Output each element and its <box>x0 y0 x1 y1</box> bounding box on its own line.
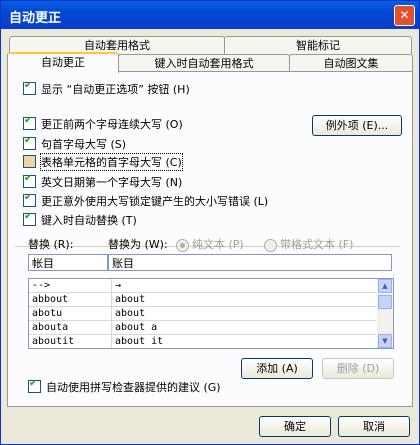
formatted-text-option[interactable]: 带格式文本 (F) <box>264 236 353 252</box>
scroll-down-arrow-icon[interactable]: ▼ <box>378 334 392 348</box>
checkbox-capitalize-table-cells[interactable] <box>23 155 36 168</box>
dialog-title: 自动更正 <box>9 11 62 26</box>
list-item-to: about <box>115 308 146 319</box>
option-capitalize-table-cells[interactable]: 表格单元格的首字母大写 (C) <box>23 152 183 171</box>
checkbox-capitalize-day-names[interactable] <box>23 173 36 188</box>
replace-input[interactable]: 帐目 <box>28 254 108 271</box>
option-correct-two-initial-caps[interactable]: 更正前两个字母连续大写 (O) <box>23 115 183 131</box>
list-item-from: --> <box>32 280 51 291</box>
exceptions-button[interactable]: 例外项 (E)... <box>312 115 402 136</box>
list-item-to: → <box>115 280 122 291</box>
add-button[interactable]: 添加 (A) <box>241 358 313 379</box>
checkbox-caps-lock[interactable] <box>23 192 36 207</box>
option-label: 句首字母大写 (S) <box>41 137 127 151</box>
checkbox-show-button[interactable] <box>23 80 36 95</box>
tab-autotext[interactable]: 自动图文集 <box>289 54 413 72</box>
ok-button[interactable]: 确定 <box>259 416 331 437</box>
close-button[interactable]: ✕ <box>394 5 415 26</box>
with-label: 替换为 (W): <box>108 238 168 251</box>
option-label: 显示 “自动更正选项” 按钮 (H) <box>41 82 190 96</box>
list-item-to: about <box>115 294 146 305</box>
list-item[interactable]: abotu about <box>29 307 376 321</box>
title-bar[interactable]: 自动更正 ✕ <box>1 1 419 29</box>
formatted-text-radio[interactable] <box>264 238 277 252</box>
plain-text-label: 纯文本 (P) <box>192 238 244 251</box>
option-correct-caps-lock[interactable]: 更正意外使用大写锁定键产生的大小写错误 (L) <box>23 192 269 208</box>
list-item-from: abouta <box>32 322 69 333</box>
cancel-button[interactable]: 取消 <box>338 416 410 437</box>
delete-button[interactable]: 删除 (D) <box>322 358 394 379</box>
list-scrollbar[interactable]: ▲ ▼ <box>377 279 393 348</box>
checkbox-two-initial-caps[interactable] <box>23 115 36 130</box>
checkbox-capitalize-sentences[interactable] <box>23 135 36 150</box>
option-capitalize-day-names[interactable]: 英文日期第一个字母大写 (N) <box>23 173 183 189</box>
tab-autocorrect[interactable]: 自动更正 <box>7 52 119 73</box>
option-show-autocorrect-button[interactable]: 显示 “自动更正选项” 按钮 (H) <box>23 80 190 96</box>
formatted-text-label: 带格式文本 (F) <box>280 238 354 251</box>
option-label: 英文日期第一个字母大写 (N) <box>41 175 183 189</box>
checkbox-replace-as-you-type[interactable] <box>23 211 36 226</box>
option-replace-as-you-type[interactable]: 键入时自动替换 (T) <box>23 211 140 227</box>
scroll-thumb[interactable] <box>378 295 392 309</box>
option-capitalize-sentences[interactable]: 句首字母大写 (S) <box>23 135 127 151</box>
replace-label: 替换 (R): <box>28 238 74 251</box>
autocorrect-dialog: 自动更正 ✕ 自动套用格式 智能标记 自动更正 键入时自动套用格式 自动图文集 … <box>0 0 420 445</box>
plain-text-option[interactable]: 纯文本 (P) <box>176 236 244 252</box>
option-spellcheck-suggestions[interactable]: 自动使用拼写检查器提供的建议 (G) <box>28 378 221 394</box>
list-item[interactable]: abouta about a <box>29 321 376 335</box>
plain-text-radio[interactable] <box>176 238 189 252</box>
tab-autoformat-as-you-type[interactable]: 键入时自动套用格式 <box>118 54 290 72</box>
with-input[interactable]: 账目 <box>108 254 392 271</box>
option-label: 表格单元格的首字母大写 (C) <box>40 152 183 171</box>
list-item-from: abbout <box>32 294 69 305</box>
list-item[interactable]: abbout about <box>29 293 376 307</box>
list-item-to: about it <box>115 336 164 347</box>
option-label: 键入时自动替换 (T) <box>41 213 137 227</box>
scroll-up-arrow-icon[interactable]: ▲ <box>378 279 392 293</box>
tab-smart-tags[interactable]: 智能标记 <box>224 36 412 54</box>
list-item[interactable]: aboutit about it <box>29 335 376 348</box>
list-item[interactable]: --> → <box>29 279 376 293</box>
checkbox-spellcheck-suggestions[interactable] <box>28 378 41 393</box>
list-item-from: aboutit <box>32 336 75 347</box>
list-item-from: abotu <box>32 308 63 319</box>
option-label: 自动使用拼写检查器提供的建议 (G) <box>46 380 221 394</box>
option-label: 更正意外使用大写锁定键产生的大小写错误 (L) <box>41 194 269 208</box>
option-label: 更正前两个字母连续大写 (O) <box>41 117 183 131</box>
replacement-list[interactable]: --> → abbout about abotu about abouta about … <box>28 278 394 349</box>
list-item-to: about a <box>115 322 158 333</box>
